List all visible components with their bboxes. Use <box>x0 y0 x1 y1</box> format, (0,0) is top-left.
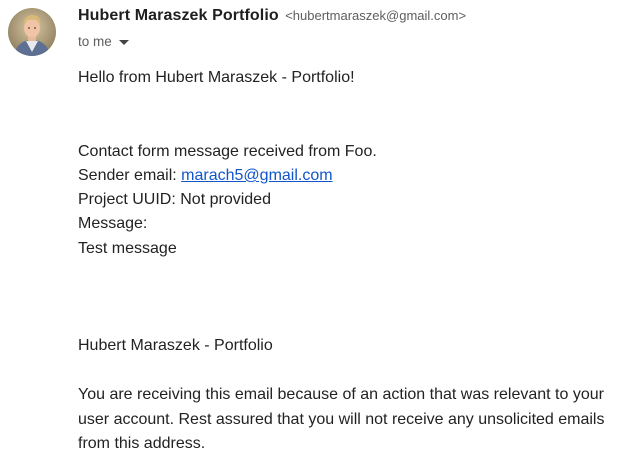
recipient-details-toggle[interactable]: to me <box>78 34 129 49</box>
greeting-text: Hello from Hubert Maraszek - Portfolio! <box>78 69 355 86</box>
avatar[interactable] <box>8 8 56 56</box>
sender-email-label: Sender email: <box>78 167 182 184</box>
sender-email-link[interactable]: marach5@gmail.com <box>181 167 332 184</box>
intro-text: Contact form message received from Foo. <box>78 143 377 160</box>
sender-name[interactable]: Hubert Maraszek Portfolio <box>78 7 279 24</box>
sender-email-line: Sender email: marach5@gmail.com <box>78 164 333 188</box>
recipient-label: to me <box>78 34 112 49</box>
project-uuid-text: Project UUID: Not provided <box>78 191 271 208</box>
message-body: Test message <box>78 240 177 257</box>
message-label: Message: <box>78 215 148 232</box>
sender-email: <hubertmaraszek@gmail.com> <box>285 8 467 23</box>
signature-text: Hubert Maraszek - Portfolio <box>78 337 273 354</box>
footer-disclaimer: You are receiving this email because of … <box>78 386 605 452</box>
sender-line: Hubert Maraszek Portfolio <hubertmarasze… <box>78 7 466 25</box>
chevron-down-icon[interactable] <box>118 39 129 45</box>
avatar-photo <box>8 8 56 56</box>
